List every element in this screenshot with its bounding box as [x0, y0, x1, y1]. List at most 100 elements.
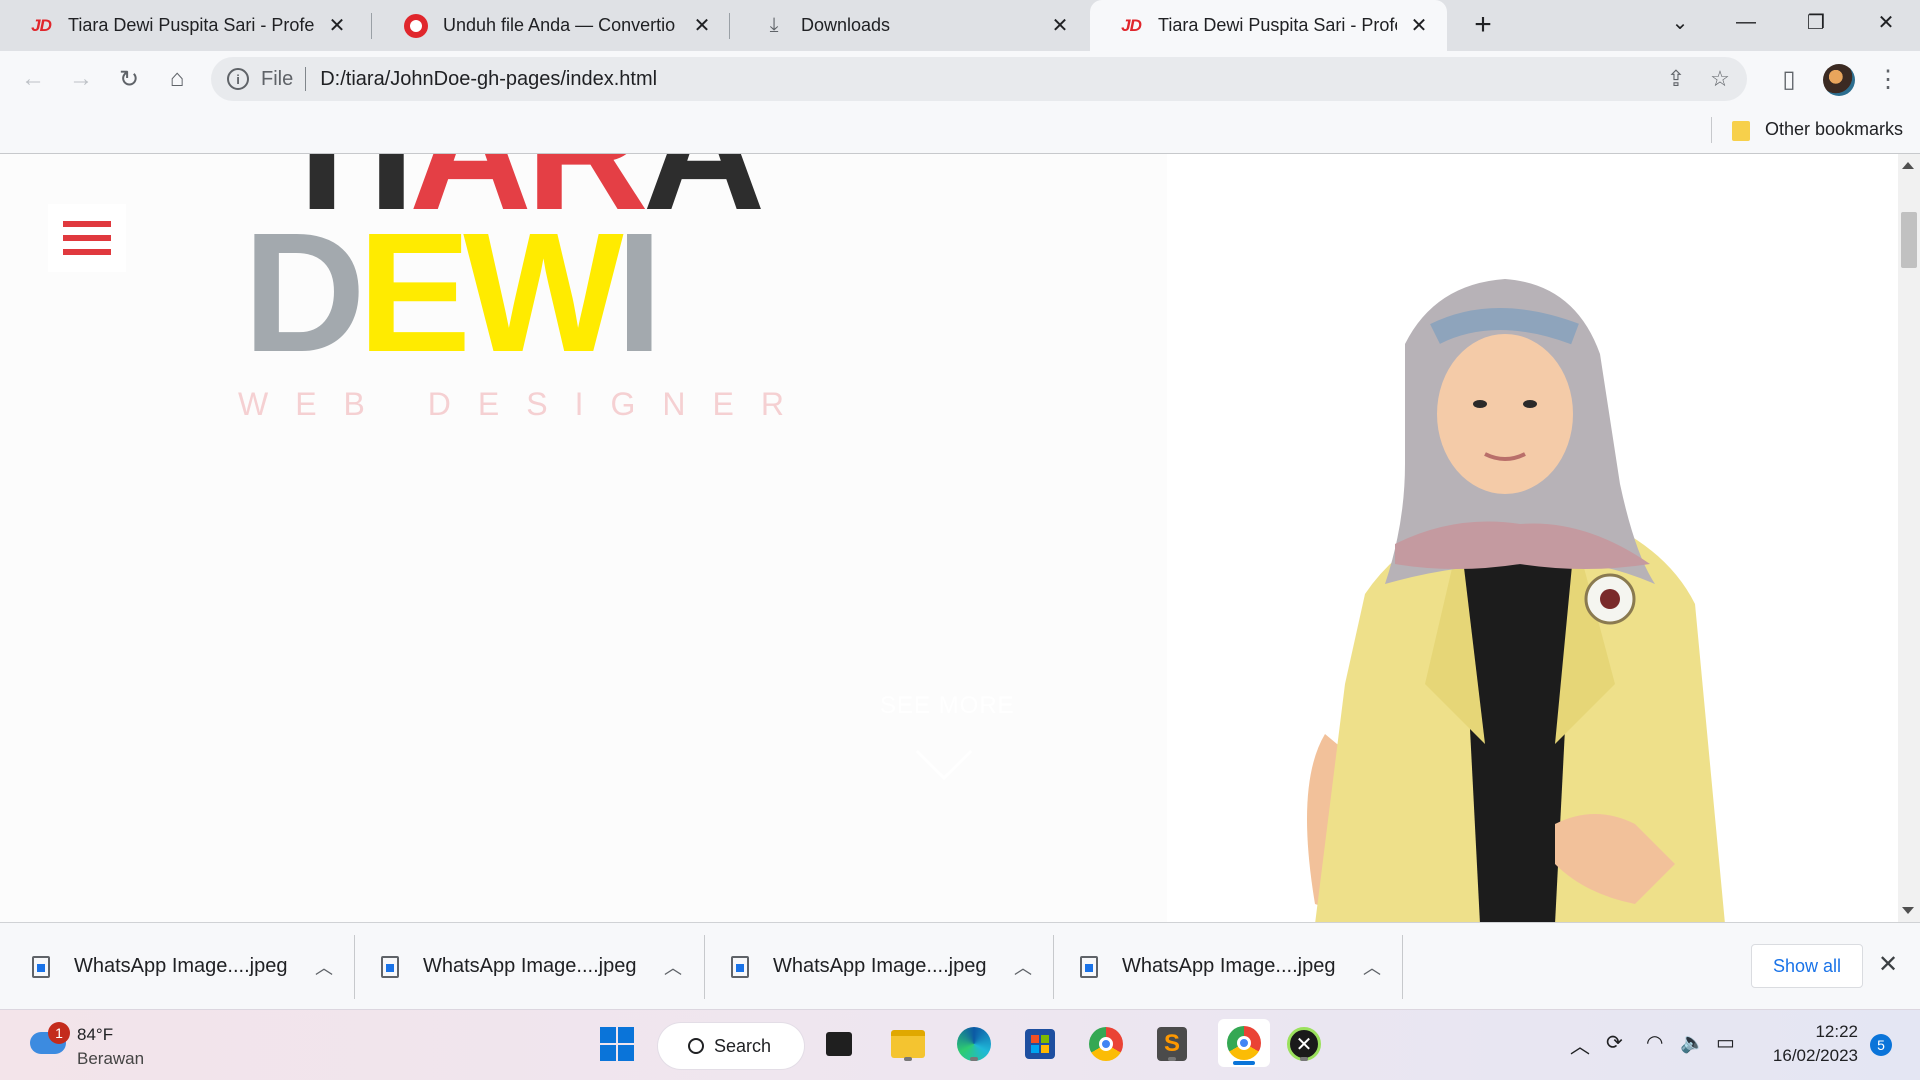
chevron-up-tray-icon[interactable]: ︿	[1570, 1030, 1590, 1059]
file-explorer-icon[interactable]	[888, 1024, 928, 1064]
omnibox-separator	[305, 67, 307, 91]
scroll-down-arrow-icon[interactable]	[1902, 907, 1914, 914]
weather-condition: Berawan	[77, 1049, 145, 1068]
download-item[interactable]: WhatsApp Image....jpeg ︿	[1080, 923, 1392, 1010]
share-icon[interactable]: ⇪	[1661, 64, 1691, 94]
sync-icon[interactable]: ⟳	[1606, 1030, 1623, 1055]
microsoft-store-icon[interactable]	[1020, 1024, 1060, 1064]
url-text[interactable]: D:/tiara/JohnDoe-gh-pages/index.html	[320, 68, 657, 91]
taskbar: 1 84°F Berawan Search S ✕ ︿ ⟳ ◠ 🔈 ▭ 12:2…	[0, 1009, 1920, 1080]
bookmark-star-icon[interactable]: ☆	[1705, 64, 1735, 94]
url-scheme: File	[261, 67, 294, 90]
image-file-icon	[32, 955, 50, 978]
tab-title: Tiara Dewi Puspita Sari - Professi	[1158, 15, 1397, 35]
toolbar: ← → ↻ ⌂ i File D:/tiara/JohnDoe-gh-pages…	[0, 51, 1920, 106]
address-bar[interactable]: i File D:/tiara/JohnDoe-gh-pages/index.h…	[211, 57, 1747, 101]
forward-icon[interactable]: →	[63, 61, 99, 97]
close-tab-icon[interactable]: ✕	[325, 14, 349, 38]
running-indicator	[1168, 1057, 1176, 1061]
sublime-text-icon[interactable]: S	[1152, 1024, 1192, 1064]
new-tab-icon[interactable]: +	[1465, 7, 1501, 43]
tab-4-active[interactable]: JD Tiara Dewi Puspita Sari - Professi ✕	[1090, 0, 1447, 51]
first-name-part: A	[643, 154, 766, 246]
tab-separator	[371, 13, 372, 39]
chrome-profile-active-icon[interactable]	[1218, 1019, 1270, 1067]
download-separator	[704, 935, 705, 999]
tab-3[interactable]: ⤓ Downloads ✕	[733, 0, 1088, 51]
chrome-icon[interactable]	[1086, 1024, 1126, 1064]
bookmarks-bar: Other bookmarks	[0, 106, 1920, 154]
app-x-icon[interactable]: ✕	[1284, 1024, 1324, 1064]
tab-title: Unduh file Anda — Convertio	[443, 15, 676, 35]
close-window-icon[interactable]: ✕	[1854, 0, 1918, 44]
download-filename: WhatsApp Image....jpeg	[74, 955, 288, 977]
info-icon[interactable]: i	[227, 68, 249, 90]
close-tab-icon[interactable]: ✕	[690, 14, 714, 38]
download-separator	[354, 935, 355, 999]
folder-icon	[1732, 121, 1750, 141]
download-separator	[1053, 935, 1054, 999]
download-filename: WhatsApp Image....jpeg	[1122, 955, 1336, 977]
download-separator	[1402, 935, 1403, 999]
scroll-up-arrow-icon[interactable]	[1902, 162, 1914, 169]
download-item[interactable]: WhatsApp Image....jpeg ︿	[381, 923, 693, 1010]
avatar[interactable]	[1823, 64, 1855, 96]
search-icon	[688, 1038, 704, 1054]
taskbar-search[interactable]: Search	[658, 1023, 804, 1069]
see-more-link[interactable]: SEE MORE	[880, 692, 1015, 720]
running-indicator	[1300, 1057, 1308, 1061]
tagline: WEB DESIGNER	[238, 386, 811, 422]
download-icon: ⤓	[769, 14, 779, 36]
restore-icon[interactable]: ❐	[1784, 0, 1848, 44]
show-all-button[interactable]: Show all	[1751, 944, 1863, 988]
jd-favicon-icon: JD	[31, 15, 52, 35]
tab-search-icon[interactable]: ⌄	[1648, 0, 1712, 44]
tab-1[interactable]: JD Tiara Dewi Puspita Sari - Professi ✕	[0, 0, 365, 51]
home-icon[interactable]: ⌂	[159, 61, 195, 97]
tab-separator	[729, 13, 730, 39]
download-filename: WhatsApp Image....jpeg	[773, 955, 987, 977]
profile-photo	[1307, 279, 1725, 922]
clock-time[interactable]: 12:22	[1770, 1022, 1858, 1042]
close-tab-icon[interactable]: ✕	[1407, 14, 1431, 38]
download-item[interactable]: WhatsApp Image....jpeg ︿	[731, 923, 1043, 1010]
volume-icon[interactable]: 🔈	[1680, 1030, 1705, 1055]
chevron-up-icon[interactable]: ︿	[653, 954, 693, 980]
weather-badge: 1	[48, 1022, 70, 1044]
last-name-heading: DEWI	[243, 208, 663, 378]
download-shelf: WhatsApp Image....jpeg ︿ WhatsApp Image.…	[0, 922, 1920, 1009]
battery-icon[interactable]: ▭	[1716, 1030, 1735, 1055]
menu-kebab-icon[interactable]: ⋮	[1870, 61, 1906, 97]
image-file-icon	[1080, 955, 1098, 978]
other-bookmarks[interactable]: Other bookmarks	[1765, 119, 1903, 140]
task-view-icon[interactable]	[819, 1024, 859, 1064]
page-scrollbar[interactable]	[1898, 154, 1920, 922]
running-indicator	[970, 1057, 978, 1061]
download-item[interactable]: WhatsApp Image....jpeg ︿	[32, 923, 344, 1010]
scroll-thumb[interactable]	[1901, 212, 1917, 268]
notification-badge[interactable]: 5	[1870, 1034, 1892, 1056]
close-tab-icon[interactable]: ✕	[1048, 14, 1072, 38]
chevron-up-icon[interactable]: ︿	[304, 954, 344, 980]
weather-temperature: 84°F	[77, 1025, 114, 1044]
windows-start-icon[interactable]	[597, 1024, 637, 1064]
wifi-icon[interactable]: ◠	[1646, 1030, 1663, 1055]
edge-icon[interactable]	[954, 1024, 994, 1064]
chevron-up-icon[interactable]: ︿	[1003, 954, 1043, 980]
side-panel-icon[interactable]: ▯	[1771, 61, 1807, 97]
page-viewport: TIARA DEWI WEB DESIGNER SEE MORE	[0, 154, 1898, 922]
tab-title: Tiara Dewi Puspita Sari - Professi	[68, 15, 315, 35]
jd-favicon-icon: JD	[1121, 15, 1142, 35]
tab-2[interactable]: Unduh file Anda — Convertio ✕	[375, 0, 730, 51]
clock-date[interactable]: 16/02/2023	[1762, 1046, 1858, 1066]
close-shelf-icon[interactable]: ✕	[1878, 950, 1898, 979]
chevron-up-icon[interactable]: ︿	[1352, 954, 1392, 980]
minimize-icon[interactable]: —	[1714, 0, 1778, 44]
back-icon[interactable]: ←	[15, 61, 51, 97]
hamburger-menu-icon[interactable]	[48, 204, 126, 272]
convertio-icon	[403, 13, 429, 39]
last-name-part-yellow: EW	[357, 198, 624, 388]
reload-icon[interactable]: ↻	[111, 61, 147, 97]
tab-title: Downloads	[801, 15, 891, 35]
last-name-part-gray: I	[615, 198, 663, 388]
